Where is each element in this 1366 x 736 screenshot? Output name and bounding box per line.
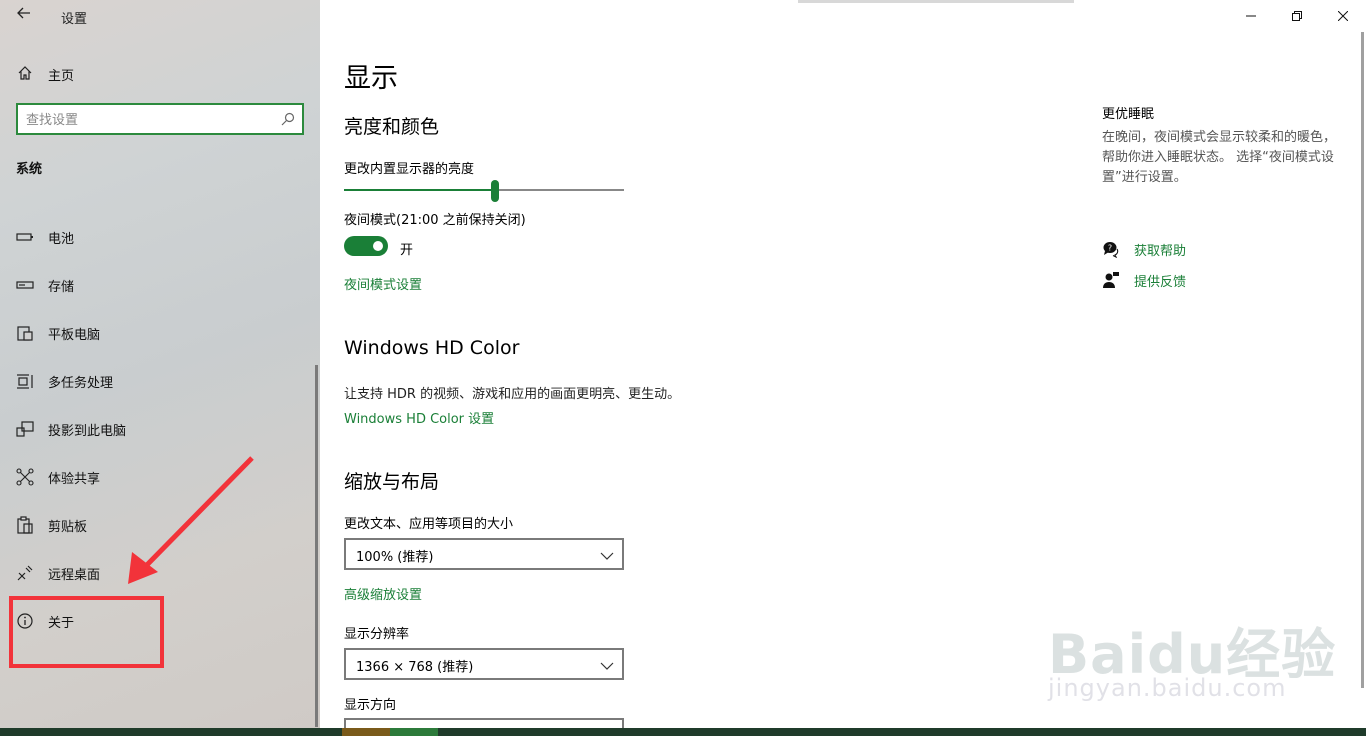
watermark-subtext: jingyan.baidu.com	[1048, 674, 1287, 702]
svg-text:?: ?	[1108, 244, 1112, 253]
sidebar-item-multitasking[interactable]: 多任务处理	[0, 357, 320, 405]
chevron-down-icon	[600, 658, 614, 672]
sidebar-item-battery[interactable]: 电池	[0, 213, 320, 261]
get-help-link[interactable]: ? 获取帮助	[1102, 238, 1302, 260]
sidebar-item-label: 投影到此电脑	[48, 424, 127, 439]
tablet-icon	[16, 324, 34, 342]
project-icon	[16, 420, 34, 438]
sidebar-item-storage[interactable]: 存储	[0, 261, 320, 309]
get-help-label: 获取帮助	[1134, 244, 1187, 259]
sidebar-item-label: 存储	[48, 280, 75, 295]
sidebar-item-clipboard[interactable]: 剪贴板	[0, 501, 320, 549]
restore-icon[interactable]	[1274, 0, 1320, 32]
battery-icon	[16, 228, 34, 246]
section-title-hdr: Windows HD Color	[344, 337, 520, 359]
window-controls	[1228, 0, 1366, 32]
title-bar: 设置	[0, 0, 320, 32]
taskbar-app-button[interactable]	[390, 728, 438, 736]
taskbar-app-button[interactable]	[342, 728, 390, 736]
help-chat-icon: ?	[1102, 240, 1120, 259]
feedback-label: 提供反馈	[1134, 275, 1187, 290]
scale-size-select[interactable]: 100% (推荐)	[344, 538, 624, 570]
night-mode-label: 夜间模式(21:00 之前保持关闭)	[344, 213, 526, 228]
baidu-watermark: Baidu经验 jingyan.baidu.com	[1048, 588, 1348, 708]
sidebar-item-label: 体验共享	[48, 472, 101, 487]
sidebar-item-label: 剪贴板	[48, 520, 88, 535]
brightness-slider[interactable]	[344, 180, 624, 202]
aside-title: 更优睡眠	[1102, 107, 1155, 122]
back-arrow-icon[interactable]	[10, 4, 38, 28]
sidebar-scrollbar[interactable]	[315, 365, 318, 727]
app-title: 设置	[61, 12, 88, 27]
feedback-icon	[1102, 271, 1120, 289]
slider-fill	[344, 189, 495, 191]
sidebar-item-label: 主页	[48, 69, 75, 84]
home-icon	[17, 65, 33, 81]
annotation-highlight-box	[9, 596, 164, 668]
section-title-brightness: 亮度和颜色	[344, 116, 440, 138]
remote-desktop-icon	[16, 564, 34, 582]
resolution-label: 显示分辨率	[344, 627, 410, 642]
search-icon[interactable]	[280, 111, 296, 127]
sidebar-group-title: 系统	[16, 162, 43, 177]
search-box[interactable]	[16, 103, 304, 135]
brightness-slider-label: 更改内置显示器的亮度	[344, 162, 475, 177]
shared-experience-icon	[16, 468, 34, 486]
sidebar-item-label: 平板电脑	[48, 328, 101, 343]
main-scrollbar[interactable]	[1361, 32, 1364, 688]
night-mode-state: 开	[400, 243, 414, 258]
slider-thumb[interactable]	[491, 180, 499, 202]
close-icon[interactable]	[1320, 0, 1366, 32]
scale-size-label: 更改文本、应用等项目的大小	[344, 517, 514, 532]
sidebar-nav: 电池 存储 平板电脑 多任务处理 投影到此电脑 体验共享 剪贴板 远程桌面 关于	[0, 213, 320, 645]
orientation-select[interactable]	[344, 718, 624, 728]
taskbar	[0, 728, 1366, 736]
sidebar-item-remote-desktop[interactable]: 远程桌面	[0, 549, 320, 597]
night-mode-settings-link[interactable]: 夜间模式设置	[344, 274, 422, 293]
sidebar-item-home[interactable]: 主页	[0, 56, 320, 92]
main-content: 显示 亮度和颜色 更改内置显示器的亮度 夜间模式(21:00 之前保持关闭) 开…	[320, 0, 1366, 736]
advanced-scaling-link[interactable]: 高级缩放设置	[344, 584, 422, 603]
sidebar-item-label: 多任务处理	[48, 376, 114, 391]
minimize-icon[interactable]	[1228, 0, 1274, 32]
toggle-knob	[373, 241, 383, 251]
hdr-description: 让支持 HDR 的视频、游戏和应用的画面更明亮、更生动。	[344, 387, 681, 402]
night-mode-toggle[interactable]	[344, 236, 388, 256]
multitasking-icon	[16, 372, 34, 390]
clipboard-icon	[16, 516, 34, 534]
storage-icon	[16, 276, 34, 294]
sidebar-item-project[interactable]: 投影到此电脑	[0, 405, 320, 453]
hdr-settings-link[interactable]: Windows HD Color 设置	[344, 408, 494, 427]
section-title-scale: 缩放与布局	[344, 471, 440, 493]
sidebar-item-shared-experience[interactable]: 体验共享	[0, 453, 320, 501]
search-input[interactable]	[26, 110, 266, 130]
select-value: 1366 × 768 (推荐)	[356, 660, 474, 675]
orientation-label: 显示方向	[344, 698, 397, 713]
page-title: 显示	[344, 63, 398, 94]
resolution-select[interactable]: 1366 × 768 (推荐)	[344, 648, 624, 680]
feedback-link[interactable]: 提供反馈	[1102, 269, 1302, 291]
chevron-down-icon	[600, 548, 614, 562]
sidebar-item-label: 远程桌面	[48, 568, 101, 583]
sidebar-item-tablet[interactable]: 平板电脑	[0, 309, 320, 357]
sidebar-item-label: 电池	[48, 232, 75, 247]
popup-shadow	[798, 0, 1074, 3]
aside-description: 在晚间，夜间模式会显示较柔和的暖色，帮助你进入睡眠状态。 选择“夜间模式设置”进…	[1102, 130, 1337, 185]
select-value: 100% (推荐)	[356, 550, 434, 565]
